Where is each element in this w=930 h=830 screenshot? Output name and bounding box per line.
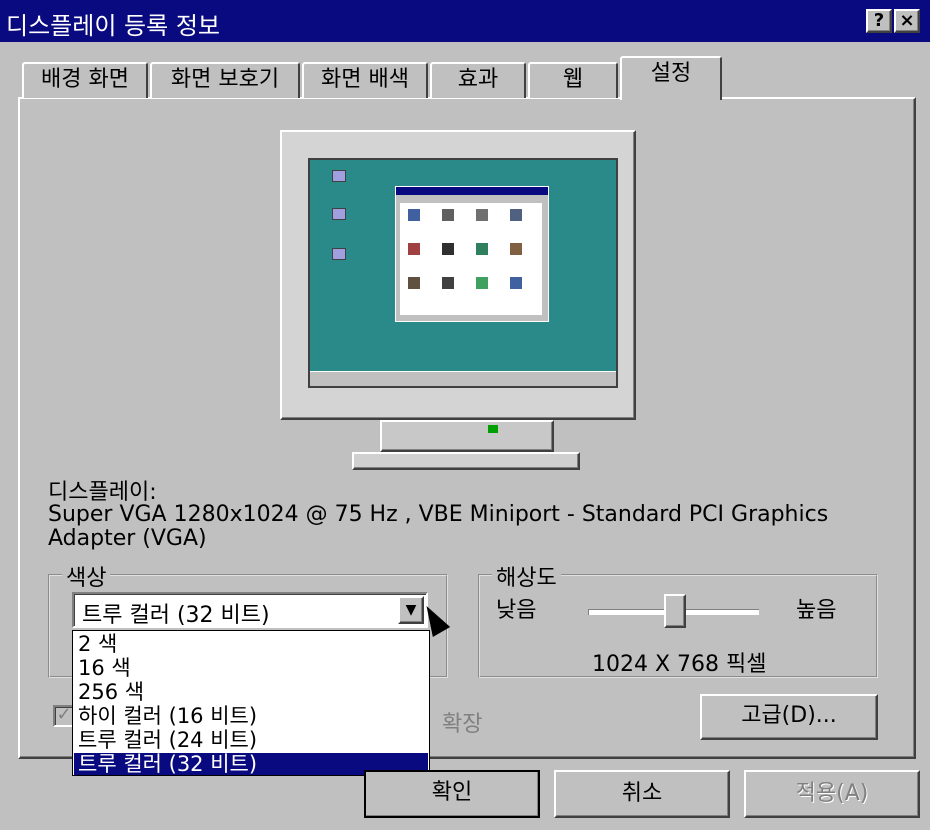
color-option-16bit[interactable]: 하이 컬러 (16 비트): [74, 705, 428, 729]
color-group-legend: 색상: [62, 560, 111, 592]
advanced-button[interactable]: 고급(D)...: [700, 694, 878, 740]
power-led: [488, 425, 498, 433]
tab-effects[interactable]: 효과: [430, 62, 526, 98]
display-adapter-line1: Super VGA 1280x1024 @ 75 Hz , VBE Minipo…: [48, 502, 829, 527]
monitor-base: [352, 452, 580, 470]
resolution-value: 1024 X 768 픽셀: [592, 652, 767, 677]
title-bar[interactable]: 디스플레이 등록 정보 ? ×: [0, 0, 930, 42]
tab-appearance[interactable]: 화면 배색: [302, 62, 428, 98]
my-computer-icon: [332, 170, 346, 182]
recycle-bin-icon: [332, 248, 346, 260]
ok-button[interactable]: 확인: [364, 770, 540, 818]
color-option-2[interactable]: 2 색: [74, 633, 428, 657]
network-icon: [332, 208, 346, 220]
tab-web[interactable]: 웹: [528, 62, 618, 98]
resolution-high-label: 높음: [796, 598, 837, 623]
color-option-24bit[interactable]: 트루 컬러 (24 비트): [74, 729, 428, 753]
window-title: 디스플레이 등록 정보: [6, 12, 220, 40]
resolution-low-label: 낮음: [496, 598, 537, 623]
monitor-neck: [380, 420, 554, 452]
resolution-slider-thumb[interactable]: [664, 594, 686, 628]
color-depth-dropdown-list[interactable]: 2 색 16 색 256 색 하이 컬러 (16 비트) 트루 컬러 (24 비…: [72, 630, 430, 776]
color-option-256[interactable]: 256 색: [74, 681, 428, 705]
control-panel-window-preview: [395, 186, 549, 322]
display-adapter-line2: Adapter (VGA): [48, 526, 207, 551]
close-button[interactable]: ×: [894, 9, 920, 33]
tab-screensaver[interactable]: 화면 보호기: [150, 62, 300, 98]
tab-settings[interactable]: 설정: [620, 56, 722, 100]
help-button[interactable]: ?: [866, 9, 892, 33]
monitor-screen: [308, 158, 618, 388]
extend-label: 확장: [442, 712, 483, 737]
apply-button[interactable]: 적용(A): [744, 770, 920, 818]
color-depth-select[interactable]: 트루 컬러 (32 비트) ▼: [72, 592, 428, 628]
cancel-button[interactable]: 취소: [554, 770, 730, 818]
taskbar-preview: [310, 371, 616, 386]
tab-background[interactable]: 배경 화면: [22, 62, 148, 98]
resolution-group-legend: 해상도: [492, 560, 561, 592]
color-depth-selected: 트루 컬러 (32 비트): [82, 603, 270, 628]
color-option-16[interactable]: 16 색: [74, 657, 428, 681]
